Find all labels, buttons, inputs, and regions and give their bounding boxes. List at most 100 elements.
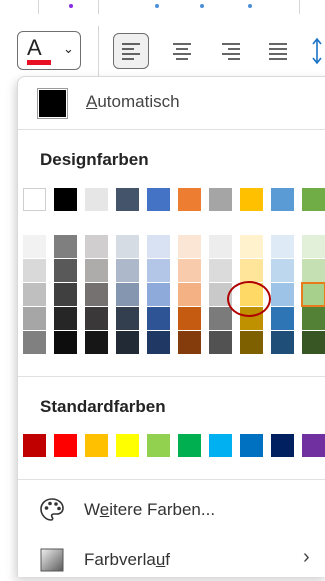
theme-shade-swatch[interactable]	[54, 307, 77, 330]
theme-color-swatch[interactable]	[240, 188, 263, 211]
theme-shade-swatch[interactable]	[271, 331, 294, 354]
theme-shade-swatch[interactable]	[85, 331, 108, 354]
theme-shade-swatch[interactable]	[23, 331, 46, 354]
theme-shade-swatch[interactable]	[85, 235, 108, 258]
ribbon-divider	[98, 26, 99, 76]
standard-color-swatch[interactable]	[271, 434, 294, 457]
ribbon-partial-icon	[248, 4, 252, 8]
ribbon-partial-icon	[155, 4, 159, 8]
theme-shade-swatch[interactable]	[271, 235, 294, 258]
theme-color-swatch[interactable]	[271, 188, 294, 211]
line-spacing-button[interactable]	[305, 33, 325, 69]
standard-color-swatch[interactable]	[240, 434, 263, 457]
menu-divider	[18, 376, 325, 377]
theme-shade-swatch[interactable]	[302, 235, 325, 258]
theme-shade-swatch[interactable]	[271, 259, 294, 282]
standard-color-swatch[interactable]	[54, 434, 77, 457]
theme-shade-swatch[interactable]	[23, 235, 46, 258]
theme-shade-swatch[interactable]	[240, 235, 263, 258]
theme-shade-swatch[interactable]	[85, 307, 108, 330]
standard-color-swatch[interactable]	[147, 434, 170, 457]
theme-shade-swatch[interactable]	[54, 283, 77, 306]
theme-color-swatch[interactable]	[85, 188, 108, 211]
theme-shade-swatch[interactable]	[178, 235, 201, 258]
more-colors-label: Weitere Farben...	[84, 500, 216, 519]
gradient-label: Farbverlauf	[84, 550, 171, 569]
line-spacing-icon	[312, 37, 322, 65]
theme-shade-swatch[interactable]	[116, 235, 139, 258]
theme-shade-swatch[interactable]	[301, 282, 325, 307]
theme-shade-swatch[interactable]	[178, 307, 201, 330]
theme-shade-swatch[interactable]	[147, 307, 170, 330]
standard-color-swatch[interactable]	[178, 434, 201, 457]
theme-shade-swatch[interactable]	[23, 283, 46, 306]
more-colors-item[interactable]: Weitere Farben...	[18, 487, 325, 531]
theme-color-swatch[interactable]	[23, 188, 46, 211]
theme-color-swatch[interactable]	[54, 188, 77, 211]
theme-shade-swatch[interactable]	[178, 259, 201, 282]
font-color-letter: A	[27, 35, 42, 60]
theme-color-swatch[interactable]	[209, 188, 232, 211]
theme-shade-swatch[interactable]	[240, 259, 263, 282]
theme-shade-swatch[interactable]	[302, 259, 325, 282]
theme-shade-swatch[interactable]	[240, 331, 263, 354]
align-center-button[interactable]	[164, 33, 200, 69]
theme-shade-swatch[interactable]	[116, 283, 139, 306]
theme-shade-swatch[interactable]	[209, 259, 232, 282]
theme-color-swatch[interactable]	[178, 188, 201, 211]
theme-shade-swatch[interactable]	[302, 307, 325, 330]
theme-shade-swatch[interactable]	[23, 259, 46, 282]
standard-color-swatch[interactable]	[209, 434, 232, 457]
theme-shade-swatch[interactable]	[147, 235, 170, 258]
theme-shade-swatch[interactable]	[116, 331, 139, 354]
menu-divider	[18, 129, 325, 130]
standard-color-swatch[interactable]	[302, 434, 325, 457]
ribbon-partial-icon	[200, 4, 204, 8]
chevron-down-icon[interactable]: ⌄	[63, 41, 74, 57]
ribbon-top-strip	[0, 0, 325, 14]
theme-color-swatch[interactable]	[302, 188, 325, 211]
theme-shade-swatch[interactable]	[209, 307, 232, 330]
theme-color-swatch[interactable]	[147, 188, 170, 211]
theme-shade-swatch[interactable]	[116, 259, 139, 282]
highlight-circle-annotation	[227, 281, 271, 317]
theme-shade-swatch[interactable]	[23, 307, 46, 330]
align-left-button[interactable]	[113, 33, 149, 69]
theme-shade-swatch[interactable]	[85, 259, 108, 282]
menu-divider	[18, 479, 325, 480]
theme-shade-swatch[interactable]	[54, 259, 77, 282]
theme-shade-swatch[interactable]	[147, 283, 170, 306]
align-left-icon	[122, 43, 140, 60]
theme-shade-swatch[interactable]	[147, 259, 170, 282]
gradient-item[interactable]: Farbverlauf ›	[18, 537, 325, 581]
chevron-right-icon: ›	[303, 546, 310, 568]
standard-colors-title: Standardfarben	[40, 397, 166, 416]
automatic-color-item[interactable]: Automatisch	[18, 77, 325, 129]
theme-shade-swatch[interactable]	[178, 331, 201, 354]
automatic-color-swatch	[37, 88, 68, 119]
theme-shade-swatch[interactable]	[116, 307, 139, 330]
align-right-button[interactable]	[213, 33, 249, 69]
standard-color-swatch[interactable]	[23, 434, 46, 457]
align-justify-button[interactable]	[260, 33, 296, 69]
ribbon-separator	[98, 0, 99, 14]
theme-color-swatch[interactable]	[116, 188, 139, 211]
palette-icon	[40, 498, 64, 521]
ribbon-separator	[299, 0, 300, 14]
theme-shade-swatch[interactable]	[85, 283, 108, 306]
theme-shade-swatch[interactable]	[54, 331, 77, 354]
theme-shade-swatch[interactable]	[271, 307, 294, 330]
theme-shade-swatch[interactable]	[209, 331, 232, 354]
font-color-button[interactable]: A ⌄	[17, 31, 81, 70]
gradient-icon	[40, 548, 64, 572]
theme-shade-swatch[interactable]	[178, 283, 201, 306]
theme-shade-swatch[interactable]	[54, 235, 77, 258]
theme-shade-swatch[interactable]	[209, 235, 232, 258]
align-center-icon	[173, 43, 191, 60]
ribbon-separator	[38, 0, 39, 14]
theme-shade-swatch[interactable]	[302, 331, 325, 354]
standard-color-swatch[interactable]	[116, 434, 139, 457]
theme-shade-swatch[interactable]	[271, 283, 294, 306]
standard-color-swatch[interactable]	[85, 434, 108, 457]
theme-shade-swatch[interactable]	[147, 331, 170, 354]
